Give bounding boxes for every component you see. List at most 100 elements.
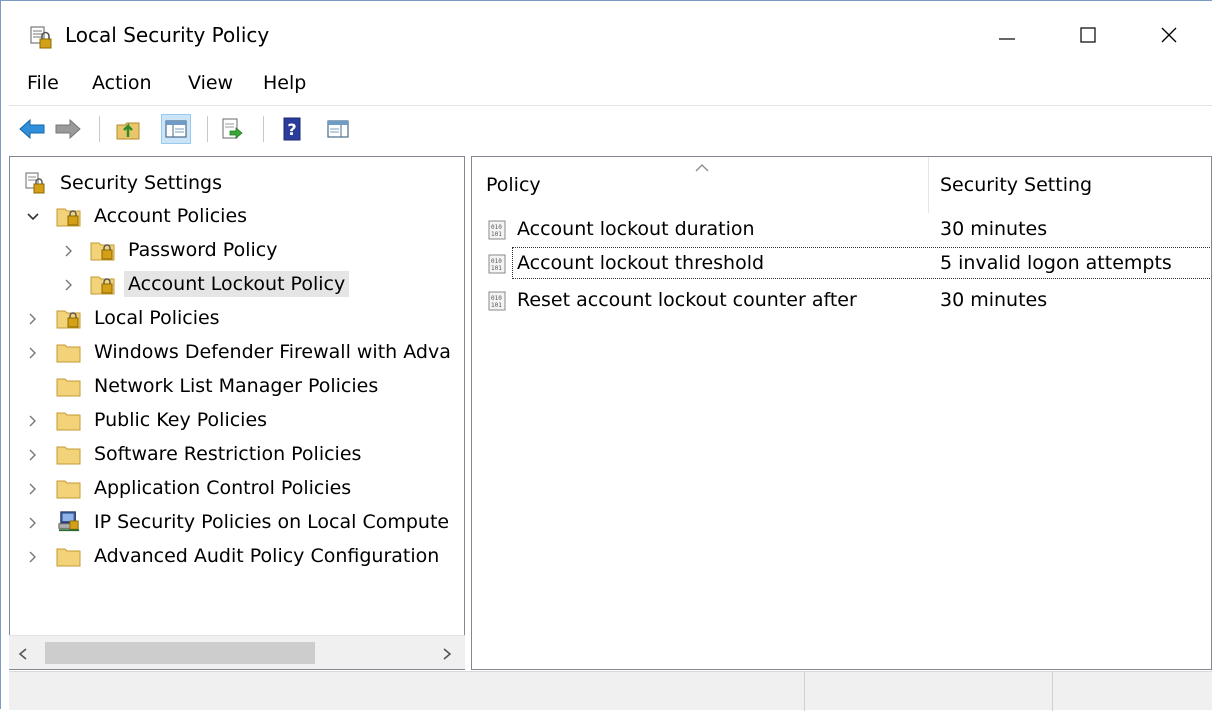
tree-item-password-policy[interactable]: Password Policy	[10, 234, 281, 266]
tree-label: Account Lockout Policy	[124, 271, 350, 297]
tree-item-public-key-policies[interactable]: Public Key Policies	[10, 404, 271, 436]
title-bar[interactable]: Local Security Policy	[1, 1, 1212, 67]
export-list-button[interactable]	[217, 114, 247, 144]
tree-label: Advanced Audit Policy Configuration	[94, 545, 440, 567]
minimize-button[interactable]	[977, 11, 1037, 59]
close-button[interactable]	[1139, 11, 1199, 59]
chevron-right-icon[interactable]	[62, 278, 76, 292]
security-policy-icon	[30, 26, 52, 49]
svg-text:010: 010	[491, 258, 502, 265]
scroll-left-button[interactable]	[13, 644, 33, 664]
tree-label: Account Policies	[94, 205, 248, 227]
locked-folder-icon	[90, 276, 115, 295]
maximize-button[interactable]	[1058, 11, 1118, 59]
security-setting-value: 5 invalid logon attempts	[940, 252, 1172, 274]
security-setting-value: 30 minutes	[940, 289, 1048, 311]
tree-item-account-policies[interactable]: Account Policies	[10, 200, 251, 232]
window-title: Local Security Policy	[65, 23, 270, 47]
tree-item-ip-security-policies[interactable]: IP Security Policies on Local Compute	[10, 506, 453, 538]
maximize-icon	[1080, 27, 1096, 43]
show-hide-console-tree-button[interactable]	[161, 114, 191, 144]
tree-item-account-lockout-policy[interactable]: Account Lockout Policy	[10, 268, 350, 300]
export-list-icon	[222, 118, 243, 139]
chevron-down-icon[interactable]	[26, 210, 40, 224]
chevron-right-icon[interactable]	[26, 312, 40, 326]
chevron-right-icon[interactable]	[26, 550, 40, 564]
up-one-level-button[interactable]	[113, 114, 143, 144]
menu-action[interactable]: Action	[92, 72, 152, 94]
tree-item-application-control-policies[interactable]: Application Control Policies	[10, 472, 355, 504]
chevron-right-icon[interactable]	[26, 448, 40, 462]
policy-setting-icon: 010 101	[488, 220, 506, 240]
tree-horizontal-scrollbar[interactable]	[9, 635, 465, 669]
status-bar	[9, 671, 1212, 711]
forward-button[interactable]	[53, 114, 83, 144]
folder-icon	[56, 446, 81, 465]
tree-label: Windows Defender Firewall with Adva	[94, 341, 451, 363]
column-header-policy[interactable]: Policy	[472, 157, 929, 213]
chevron-left-icon	[18, 648, 27, 660]
back-button[interactable]	[17, 114, 47, 144]
chevron-right-icon[interactable]	[62, 244, 76, 258]
policy-name: Account lockout threshold	[517, 252, 765, 274]
list-row[interactable]: 010 101 Account lockout duration 30 minu…	[472, 212, 1211, 246]
scroll-right-button[interactable]	[437, 644, 457, 664]
svg-text:?: ?	[287, 120, 296, 139]
menu-help[interactable]: Help	[263, 72, 306, 94]
close-icon	[1161, 27, 1177, 43]
policy-name: Reset account lockout counter after	[517, 289, 857, 311]
help-icon: ?	[283, 117, 301, 141]
menu-view[interactable]: View	[188, 72, 233, 94]
tree-label: Security Settings	[60, 172, 222, 194]
show-hide-action-pane-button[interactable]	[323, 114, 353, 144]
back-arrow-icon	[19, 118, 45, 140]
status-bar-divider	[804, 672, 805, 711]
list-row[interactable]: 010 101 Account lockout threshold 5 inva…	[472, 246, 1211, 280]
toolbar-separator	[99, 116, 100, 142]
toolbar: ?	[9, 105, 1212, 149]
svg-text:010: 010	[491, 295, 502, 302]
tree-label: Public Key Policies	[94, 409, 268, 431]
tree-label: Application Control Policies	[94, 477, 352, 499]
tree-item-software-restriction-policies[interactable]: Software Restriction Policies	[10, 438, 365, 470]
policy-setting-icon: 010 101	[488, 291, 506, 311]
svg-text:010: 010	[491, 224, 502, 231]
folder-icon	[56, 480, 81, 499]
svg-text:101: 101	[491, 231, 502, 238]
help-button[interactable]: ?	[277, 114, 307, 144]
locked-folder-icon	[90, 242, 115, 261]
tree-item-local-policies[interactable]: Local Policies	[10, 302, 224, 334]
forward-arrow-icon	[55, 118, 81, 140]
tree-item-windows-defender-firewall[interactable]: Windows Defender Firewall with Adva	[10, 336, 455, 368]
tree-label: Password Policy	[128, 239, 278, 261]
column-header-security-setting[interactable]: Security Setting	[929, 157, 1211, 213]
locked-folder-icon	[56, 208, 81, 227]
tree-label: Network List Manager Policies	[94, 375, 379, 397]
folder-icon	[56, 378, 81, 397]
svg-text:101: 101	[491, 302, 502, 309]
tree-item-security-settings[interactable]: Security Settings	[10, 167, 226, 199]
column-header-label: Security Setting	[940, 174, 1093, 196]
policy-name: Account lockout duration	[517, 218, 755, 240]
policy-setting-icon: 010 101	[488, 254, 506, 274]
menu-file[interactable]: File	[27, 72, 59, 94]
chevron-right-icon[interactable]	[26, 346, 40, 360]
chevron-right-icon[interactable]	[26, 482, 40, 496]
scroll-thumb[interactable]	[45, 642, 315, 664]
folder-icon	[56, 412, 81, 431]
tree-label: Software Restriction Policies	[94, 443, 362, 465]
chevron-right-icon[interactable]	[26, 516, 40, 530]
column-header-label: Policy	[486, 174, 541, 196]
up-folder-icon	[116, 122, 140, 140]
tree-item-network-list-manager[interactable]: Network List Manager Policies	[10, 370, 382, 402]
chevron-right-icon	[443, 648, 452, 660]
list-row[interactable]: 010 101 Reset account lockout counter af…	[472, 283, 1211, 317]
tree-item-advanced-audit-policy[interactable]: Advanced Audit Policy Configuration	[10, 540, 443, 572]
menu-bar: File Action View Help	[1, 67, 1212, 103]
chevron-right-icon[interactable]	[26, 414, 40, 428]
local-security-policy-window: Local Security Policy File Action View H…	[0, 0, 1212, 711]
policy-list: Policy Security Setting 010 101 Account …	[471, 156, 1212, 670]
tree-label: Local Policies	[94, 307, 220, 329]
toolbar-separator	[207, 116, 208, 142]
security-setting-value: 30 minutes	[940, 218, 1048, 240]
